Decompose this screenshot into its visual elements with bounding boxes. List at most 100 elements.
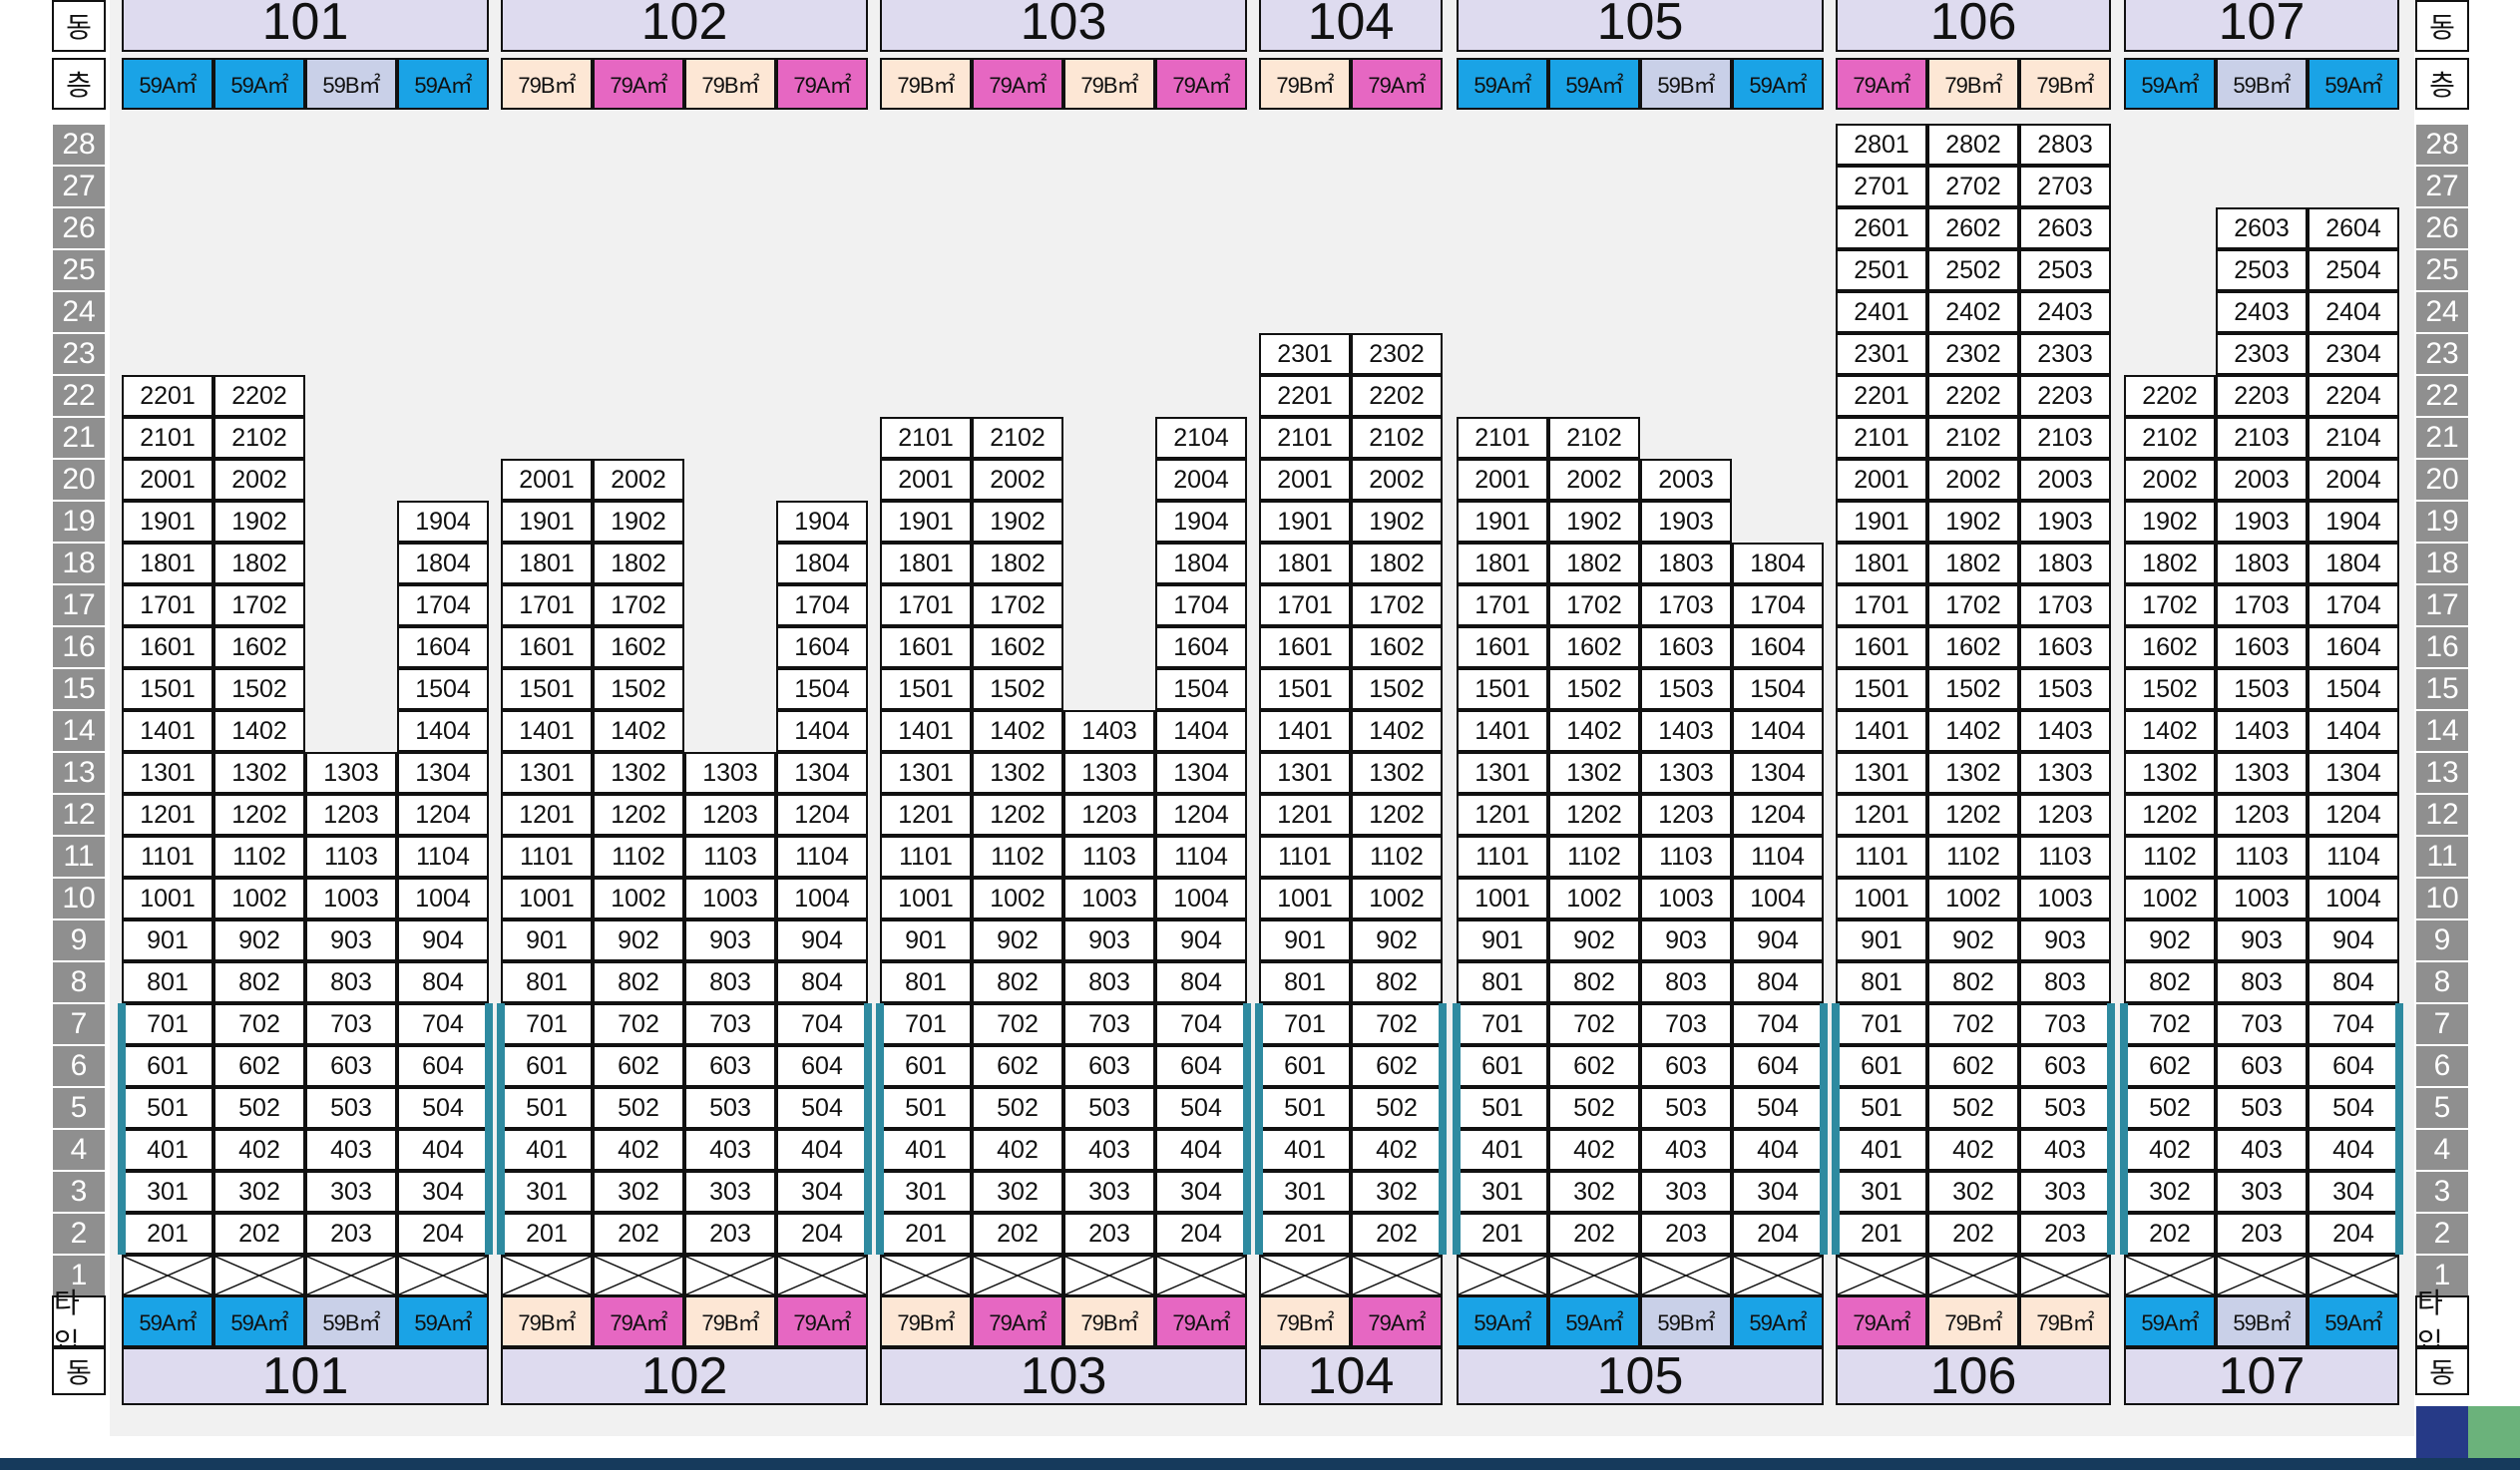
unit-cell[interactable]: 1704 xyxy=(776,584,868,626)
unit-cell[interactable]: 1501 xyxy=(1836,668,1927,710)
unit-cell[interactable]: 501 xyxy=(1259,1087,1351,1129)
unit-cell[interactable]: 1302 xyxy=(213,752,305,794)
unit-cell[interactable]: 2101 xyxy=(1836,417,1927,459)
unit-cell[interactable]: 204 xyxy=(2308,1213,2399,1255)
unit-cell[interactable]: 403 xyxy=(684,1129,776,1171)
unit-cell[interactable]: 302 xyxy=(1927,1171,2019,1213)
unit-cell[interactable]: 502 xyxy=(1927,1087,2019,1129)
unit-cell[interactable]: 1602 xyxy=(1927,626,2019,668)
unit-cell[interactable]: 1604 xyxy=(1155,626,1247,668)
unit-cell[interactable]: 2304 xyxy=(2308,333,2399,375)
unit-cell[interactable]: 401 xyxy=(1259,1129,1351,1171)
unit-cell[interactable]: 1201 xyxy=(1457,794,1548,836)
unit-cell[interactable]: 2003 xyxy=(2216,459,2308,501)
unit-cell[interactable]: 1002 xyxy=(2124,878,2216,919)
unit-cell[interactable]: 403 xyxy=(1640,1129,1732,1171)
unit-cell[interactable]: 1704 xyxy=(397,584,489,626)
unit-cell[interactable]: 2003 xyxy=(1640,459,1732,501)
unit-cell[interactable]: 201 xyxy=(1259,1213,1351,1255)
unit-cell[interactable]: 602 xyxy=(972,1045,1063,1087)
unit-cell[interactable]: 1601 xyxy=(122,626,213,668)
unit-cell[interactable]: 1002 xyxy=(1927,878,2019,919)
unit-cell[interactable]: 1802 xyxy=(1548,543,1640,584)
unit-cell[interactable]: 2001 xyxy=(122,459,213,501)
unit-cell[interactable]: 501 xyxy=(880,1087,972,1129)
unit-cell[interactable]: 2002 xyxy=(1351,459,1443,501)
unit-cell[interactable]: 2301 xyxy=(1836,333,1927,375)
unit-cell[interactable]: 1302 xyxy=(2124,752,2216,794)
unit-cell[interactable]: 801 xyxy=(1457,961,1548,1003)
unit-cell[interactable]: 703 xyxy=(1640,1003,1732,1045)
unit-cell[interactable]: 702 xyxy=(1351,1003,1443,1045)
unit-cell[interactable]: 503 xyxy=(1640,1087,1732,1129)
unit-cell[interactable]: 301 xyxy=(1259,1171,1351,1213)
unit-cell[interactable]: 803 xyxy=(1063,961,1155,1003)
unit-cell[interactable]: 1504 xyxy=(1155,668,1247,710)
unit-cell[interactable]: 1801 xyxy=(1457,543,1548,584)
unit-cell[interactable]: 1203 xyxy=(305,794,397,836)
unit-cell[interactable]: 404 xyxy=(1155,1129,1247,1171)
unit-cell[interactable]: 904 xyxy=(2308,919,2399,961)
unit-cell[interactable]: 903 xyxy=(305,919,397,961)
unit-cell[interactable]: 1504 xyxy=(776,668,868,710)
unit-cell[interactable]: 303 xyxy=(2216,1171,2308,1213)
unit-cell[interactable]: 1604 xyxy=(776,626,868,668)
unit-cell[interactable]: 1403 xyxy=(2019,710,2111,752)
unit-cell[interactable]: 1004 xyxy=(1732,878,1824,919)
unit-cell[interactable]: 1204 xyxy=(776,794,868,836)
unit-cell[interactable]: 304 xyxy=(1155,1171,1247,1213)
unit-cell[interactable]: 302 xyxy=(213,1171,305,1213)
unit-cell[interactable]: 1401 xyxy=(501,710,593,752)
unit-cell[interactable]: 501 xyxy=(1457,1087,1548,1129)
unit-cell[interactable]: 903 xyxy=(2216,919,2308,961)
unit-cell[interactable]: 1003 xyxy=(1640,878,1732,919)
unit-cell[interactable]: 2604 xyxy=(2308,207,2399,249)
unit-cell[interactable]: 703 xyxy=(2019,1003,2111,1045)
unit-cell[interactable]: 703 xyxy=(2216,1003,2308,1045)
unit-cell[interactable]: 902 xyxy=(213,919,305,961)
unit-cell[interactable]: 1802 xyxy=(1351,543,1443,584)
unit-cell[interactable]: 504 xyxy=(1155,1087,1247,1129)
unit-cell[interactable]: 1704 xyxy=(1155,584,1247,626)
unit-cell[interactable]: 2601 xyxy=(1836,207,1927,249)
unit-cell[interactable]: 1902 xyxy=(1548,501,1640,543)
unit-cell[interactable]: 1102 xyxy=(2124,836,2216,878)
unit-cell[interactable]: 301 xyxy=(1457,1171,1548,1213)
unit-cell[interactable]: 203 xyxy=(2216,1213,2308,1255)
unit-cell[interactable]: 502 xyxy=(1548,1087,1640,1129)
unit-cell[interactable]: 1103 xyxy=(305,836,397,878)
unit-cell[interactable]: 1602 xyxy=(972,626,1063,668)
unit-cell[interactable]: 1404 xyxy=(1155,710,1247,752)
unit-cell[interactable]: 601 xyxy=(1457,1045,1548,1087)
unit-cell[interactable]: 1401 xyxy=(1259,710,1351,752)
unit-cell[interactable]: 602 xyxy=(593,1045,684,1087)
unit-cell[interactable]: 2001 xyxy=(1457,459,1548,501)
unit-cell[interactable]: 604 xyxy=(1155,1045,1247,1087)
unit-cell[interactable]: 1101 xyxy=(880,836,972,878)
unit-cell[interactable]: 1803 xyxy=(2019,543,2111,584)
unit-cell[interactable]: 801 xyxy=(1836,961,1927,1003)
unit-cell[interactable]: 402 xyxy=(2124,1129,2216,1171)
unit-cell[interactable]: 502 xyxy=(1351,1087,1443,1129)
unit-cell[interactable]: 2103 xyxy=(2019,417,2111,459)
unit-cell[interactable]: 803 xyxy=(2019,961,2111,1003)
unit-cell[interactable]: 901 xyxy=(122,919,213,961)
unit-cell[interactable]: 303 xyxy=(305,1171,397,1213)
unit-cell[interactable]: 601 xyxy=(1259,1045,1351,1087)
unit-cell[interactable]: 1801 xyxy=(1259,543,1351,584)
unit-cell[interactable]: 703 xyxy=(1063,1003,1155,1045)
unit-cell[interactable]: 1002 xyxy=(1351,878,1443,919)
unit-cell[interactable]: 802 xyxy=(2124,961,2216,1003)
unit-cell[interactable]: 1702 xyxy=(593,584,684,626)
unit-cell[interactable]: 604 xyxy=(776,1045,868,1087)
unit-cell[interactable]: 304 xyxy=(397,1171,489,1213)
unit-cell[interactable]: 702 xyxy=(2124,1003,2216,1045)
unit-cell[interactable]: 501 xyxy=(1836,1087,1927,1129)
unit-cell[interactable]: 1901 xyxy=(122,501,213,543)
unit-cell[interactable]: 1001 xyxy=(1457,878,1548,919)
unit-cell[interactable]: 1001 xyxy=(1259,878,1351,919)
unit-cell[interactable]: 902 xyxy=(1548,919,1640,961)
unit-cell[interactable]: 702 xyxy=(213,1003,305,1045)
unit-cell[interactable]: 2803 xyxy=(2019,124,2111,166)
unit-cell[interactable]: 1901 xyxy=(501,501,593,543)
